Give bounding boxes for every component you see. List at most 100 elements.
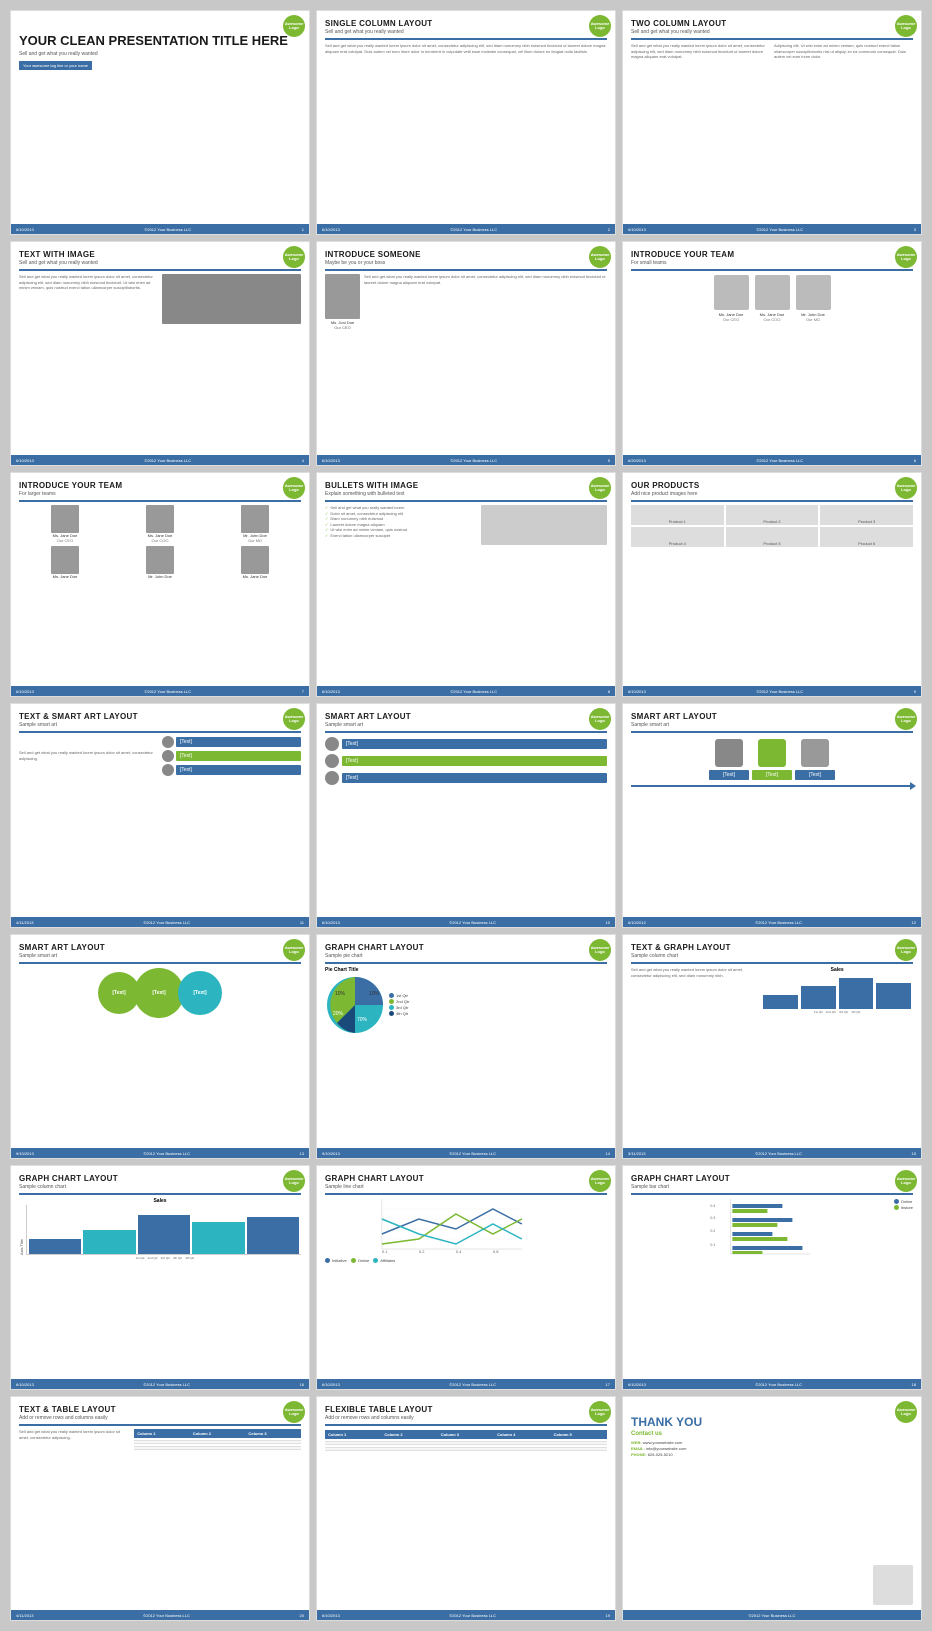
product-grid-9: Product 1 Product 2 Product 3 Product 4 … bbox=[631, 505, 913, 547]
product-2: Product 2 bbox=[726, 505, 819, 525]
logo-13: AwesomeLogo bbox=[283, 939, 305, 961]
bar-chart-18: 0.4 0.3 0.2 0.1 Online Instore bbox=[631, 1199, 913, 1261]
slide-19[interactable]: AwesomeLogo TEXT & TABLE LAYOUT Add or r… bbox=[10, 1396, 310, 1621]
slide-20[interactable]: AwesomeLogo FLEXIBLE TABLE LAYOUT Add or… bbox=[316, 1396, 616, 1621]
svg-text:0.1: 0.1 bbox=[710, 1243, 715, 1247]
bar-15-1 bbox=[763, 995, 798, 1009]
divider-13 bbox=[19, 962, 301, 964]
slide-18-footer: 6/10/2013 ©2012 Your Business LLC 18 bbox=[623, 1379, 921, 1389]
smartart-icon-11-1 bbox=[325, 737, 339, 751]
email-line: EMAIL: info@yourwebsite.com bbox=[631, 1446, 913, 1451]
slide-21-footer: ©2012 Your Business LLC bbox=[623, 1610, 921, 1620]
person-card-7-4: Ms. Jane Doe bbox=[19, 546, 111, 579]
slide-18[interactable]: AwesomeLogo GRAPH CHART LAYOUT Sample ba… bbox=[622, 1165, 922, 1390]
person-card-6-3: Mr. John Doe Our MD bbox=[796, 275, 831, 322]
logo-1: AwesomeLogo bbox=[283, 15, 305, 37]
slide-21[interactable]: AwesomeLogo THANK YOU Contact us WEB: ww… bbox=[622, 1396, 922, 1621]
y-axis-label-16: Axis Title bbox=[19, 1205, 24, 1255]
person-card-7-5: Mr. John Doe bbox=[114, 546, 206, 579]
slide-19-footer: 4/11/2013 ©2012 Your Business LLC 20 bbox=[11, 1610, 309, 1620]
person-photo-7-2 bbox=[146, 505, 174, 533]
person-card-7-6: Ms. Jane Doe bbox=[209, 546, 301, 579]
divider-12 bbox=[631, 731, 913, 733]
logo-19: AwesomeLogo bbox=[283, 1401, 305, 1423]
slide-14-footer: 9/10/2013 ©2012 Your Business LLC 14 bbox=[317, 1148, 615, 1158]
slide-5[interactable]: AwesomeLogo INTRODUCE SOMEONE Maybe be y… bbox=[316, 241, 616, 466]
bar-chart-15 bbox=[761, 974, 913, 1009]
smartart-img-12-2 bbox=[758, 739, 786, 767]
svg-text:0.2: 0.2 bbox=[710, 1229, 715, 1233]
table-19: Column 1 Column 2 Column 3 bbox=[134, 1429, 301, 1450]
divider-16 bbox=[19, 1193, 301, 1195]
logo-2: AwesomeLogo bbox=[589, 15, 611, 37]
svg-text:10%: 10% bbox=[369, 991, 380, 997]
slide-15[interactable]: AwesomeLogo TEXT & GRAPH LAYOUT Sample c… bbox=[622, 934, 922, 1159]
divider-18 bbox=[631, 1193, 913, 1195]
smartart-icon-11-3 bbox=[325, 771, 339, 785]
product-1: Product 1 bbox=[631, 505, 724, 525]
slide-8-footer: 6/10/2013 ©2012 Your Business LLC 8 bbox=[317, 686, 615, 696]
slide-8[interactable]: AwesomeLogo BULLETS WITH IMAGE Explain s… bbox=[316, 472, 616, 697]
table-row bbox=[134, 1447, 301, 1450]
person-card-6-2: Ms. Jane Doe Our COO bbox=[755, 275, 790, 322]
person-photo-7-4 bbox=[51, 546, 79, 574]
table-20: Column 1 Column 2 Column 3 Column 4 Colu… bbox=[325, 1430, 607, 1451]
divider-9 bbox=[631, 500, 913, 502]
col-bar-3 bbox=[138, 1215, 190, 1254]
slide-16[interactable]: AwesomeLogo GRAPH CHART LAYOUT Sample co… bbox=[10, 1165, 310, 1390]
slide-16-footer: 6/10/2013 ©2012 Your Business LLC 16 bbox=[11, 1379, 309, 1389]
slide-grid: AwesomeLogo YOUR CLEAN PRESENTATION TITL… bbox=[10, 10, 922, 1621]
logo-12: AwesomeLogo bbox=[895, 708, 917, 730]
slide-20-footer: 6/10/2013 ©2012 Your Business LLC 19 bbox=[317, 1610, 615, 1620]
svg-text:0.1: 0.1 bbox=[382, 1249, 388, 1254]
svg-text:70%: 70% bbox=[357, 1017, 368, 1023]
slide-6-footer: 6/20/2013 ©2012 Your Business LLC 6 bbox=[623, 455, 921, 465]
legend-dot-4 bbox=[389, 1011, 394, 1016]
map-image bbox=[873, 1565, 913, 1605]
bar-15-3 bbox=[839, 978, 874, 1010]
logo-11: AwesomeLogo bbox=[589, 708, 611, 730]
slide-10[interactable]: AwesomeLogo TEXT & SMART ART LAYOUT Samp… bbox=[10, 703, 310, 928]
divider-19 bbox=[19, 1424, 301, 1426]
logo-20: AwesomeLogo bbox=[589, 1401, 611, 1423]
slide-3-footer: 6/10/2013 ©2012 Your Business LLC 3 bbox=[623, 224, 921, 234]
hbar-svg: 0.4 0.3 0.2 0.1 bbox=[631, 1199, 890, 1259]
slide-7[interactable]: AwesomeLogo INTRODUCE YOUR TEAM For larg… bbox=[10, 472, 310, 697]
svg-text:0.3: 0.3 bbox=[710, 1216, 715, 1220]
divider-11 bbox=[325, 731, 607, 733]
slide-4-footer: 6/10/2013 ©2012 Your Business LLC 4 bbox=[11, 455, 309, 465]
logo-18: AwesomeLogo bbox=[895, 1170, 917, 1192]
legend-line-3 bbox=[373, 1258, 378, 1263]
smartart-icon-1 bbox=[162, 736, 174, 748]
slide-17[interactable]: AwesomeLogo GRAPH CHART LAYOUT Sample li… bbox=[316, 1165, 616, 1390]
person-card-6-1: Ms. Jane Doe Our CEO bbox=[714, 275, 749, 322]
slide-14[interactable]: AwesomeLogo GRAPH CHART LAYOUT Sample pi… bbox=[316, 934, 616, 1159]
logo-10: AwesomeLogo bbox=[283, 708, 305, 730]
slide-4[interactable]: AwesomeLogo TEXT WITH IMAGE Sell and get… bbox=[10, 241, 310, 466]
image-placeholder-4 bbox=[162, 274, 301, 324]
person-photo-6-1 bbox=[714, 275, 749, 310]
logo-21: AwesomeLogo bbox=[895, 1401, 917, 1423]
contact-label: Contact us bbox=[631, 1431, 913, 1437]
bar-legend-dot-1 bbox=[894, 1199, 899, 1204]
slide-1[interactable]: AwesomeLogo YOUR CLEAN PRESENTATION TITL… bbox=[10, 10, 310, 235]
slide-6[interactable]: AwesomeLogo INTRODUCE YOUR TEAM For smal… bbox=[622, 241, 922, 466]
slide-13[interactable]: AwesomeLogo SMART ART LAYOUT Sample smar… bbox=[10, 934, 310, 1159]
divider-17 bbox=[325, 1193, 607, 1195]
slide-17-footer: 6/10/2013 ©2012 Your Business LLC 17 bbox=[317, 1379, 615, 1389]
person-card-7-2: Ms. Jane Doe Our COO bbox=[114, 505, 206, 543]
logo-17: AwesomeLogo bbox=[589, 1170, 611, 1192]
person-photo-6-2 bbox=[755, 275, 790, 310]
slide-2[interactable]: AwesomeLogo SINGLE COLUMN LAYOUT Sell an… bbox=[316, 10, 616, 235]
person-title-5: Our CEO bbox=[334, 325, 350, 330]
slide-5-footer: 6/10/2013 ©2012 Your Business LLC 5 bbox=[317, 455, 615, 465]
logo-16: AwesomeLogo bbox=[283, 1170, 305, 1192]
divider-20 bbox=[325, 1424, 607, 1426]
slide-7-footer: 6/10/2013 ©2012 Your Business LLC 7 bbox=[11, 686, 309, 696]
slide-9[interactable]: AwesomeLogo OUR PRODUCTS Add nice produc… bbox=[622, 472, 922, 697]
product-6: Product 6 bbox=[820, 527, 913, 547]
divider-7 bbox=[19, 500, 301, 502]
slide-12[interactable]: AwesomeLogo SMART ART LAYOUT Sample smar… bbox=[622, 703, 922, 928]
slide-11[interactable]: AwesomeLogo SMART ART LAYOUT Sample smar… bbox=[316, 703, 616, 928]
slide-3[interactable]: AwesomeLogo TWO COLUMN LAYOUT Sell and g… bbox=[622, 10, 922, 235]
